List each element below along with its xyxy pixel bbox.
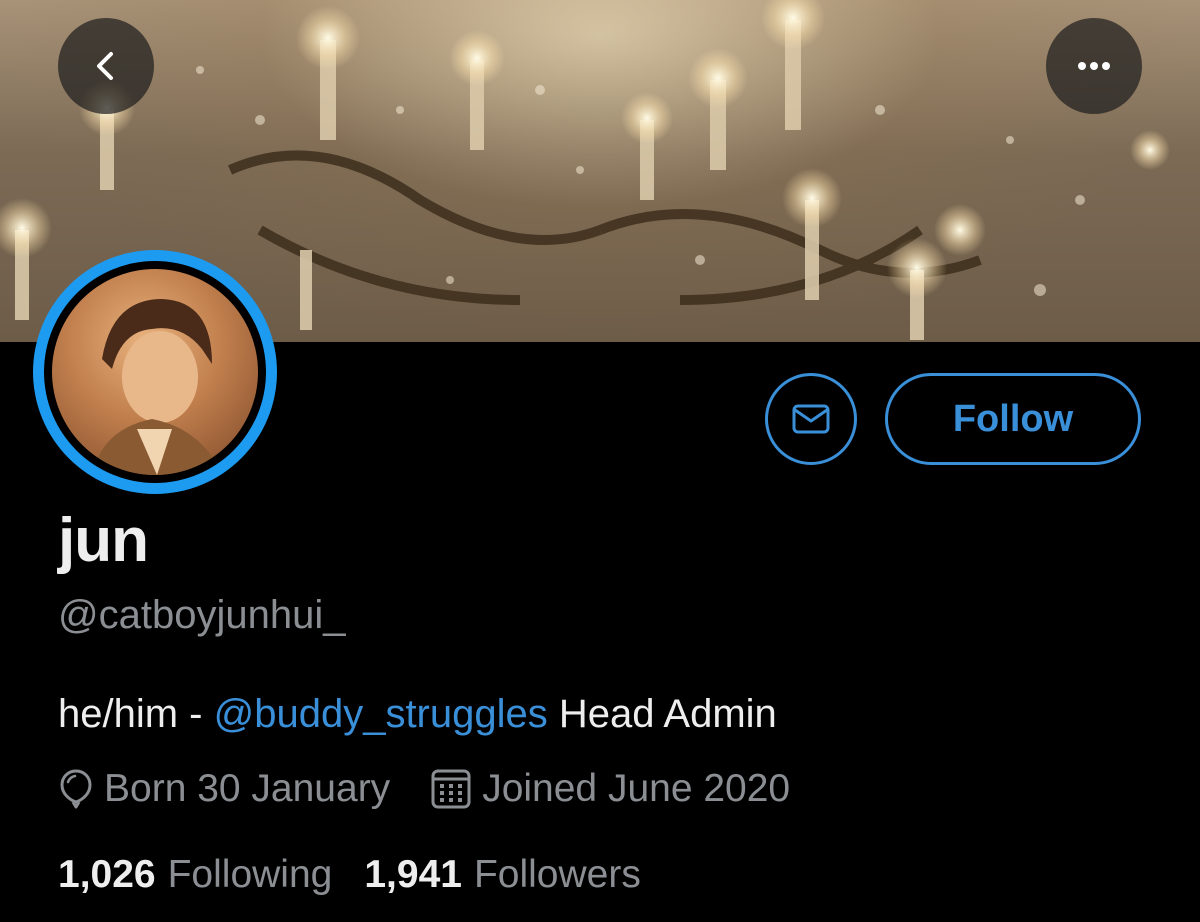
profile-meta: Born 30 January Joined June 2020 [58, 767, 790, 811]
joined-info: Joined June 2020 [430, 767, 790, 811]
following-link[interactable]: 1,026 Following [58, 853, 332, 897]
envelope-icon [792, 404, 830, 434]
avatar[interactable] [33, 250, 277, 494]
more-horizontal-icon [1078, 62, 1110, 70]
back-button[interactable] [58, 18, 154, 114]
bio-text-prefix: he/him - [58, 692, 214, 736]
avatar-portrait-image [92, 299, 222, 475]
birthday-info: Born 30 January [58, 767, 390, 811]
following-count: 1,026 [58, 853, 156, 896]
followers-link[interactable]: 1,941 Followers [364, 853, 640, 897]
bio-mention-link[interactable]: @buddy_struggles [214, 692, 548, 736]
birthday-text: Born 30 January [104, 767, 391, 810]
username-handle: @catboyjunhui_ [58, 593, 346, 637]
profile-bio: he/him - @buddy_struggles Head Admin [58, 692, 777, 737]
follow-button[interactable]: Follow [885, 373, 1141, 465]
avatar-border [44, 261, 266, 483]
bio-text-suffix: Head Admin [547, 692, 777, 736]
joined-text: Joined June 2020 [482, 767, 791, 810]
calendar-icon [430, 768, 472, 810]
display-name: jun [58, 506, 149, 575]
more-options-button[interactable] [1046, 18, 1142, 114]
follow-stats: 1,026 Following 1,941 Followers [58, 853, 641, 897]
following-label: Following [167, 853, 333, 896]
avatar-photo [52, 269, 258, 475]
message-button[interactable] [765, 373, 857, 465]
balloon-icon [58, 768, 94, 810]
followers-count: 1,941 [364, 853, 462, 896]
followers-label: Followers [473, 853, 641, 896]
chevron-left-icon [97, 52, 113, 80]
